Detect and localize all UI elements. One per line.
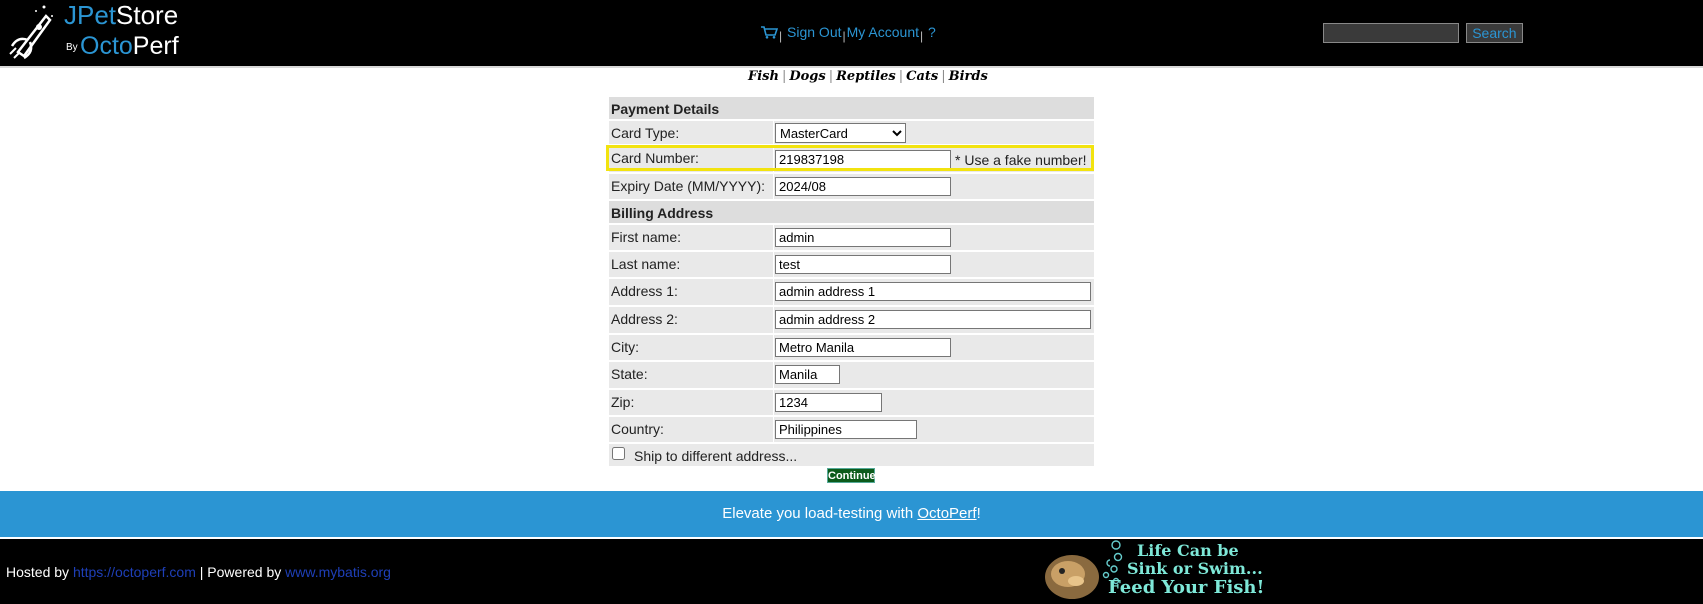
billing-address-title: Billing Address — [611, 205, 714, 221]
address1-field[interactable] — [775, 282, 1091, 301]
quicklink-birds[interactable]: Birds — [949, 69, 988, 84]
continue-button[interactable]: Continue — [827, 468, 876, 483]
quicklink-separator: | — [941, 69, 946, 84]
first-name-label: First name: — [611, 229, 682, 245]
zip-row: Zip: — [609, 390, 1094, 415]
menu-separator: | — [920, 29, 924, 43]
address2-row: Address 2: — [609, 307, 1094, 333]
menu-separator: | — [779, 29, 783, 43]
country-label: Country: — [611, 421, 664, 437]
search-button[interactable]: Search — [1465, 23, 1523, 43]
cell-divider — [773, 121, 774, 144]
powered-by-text: | Powered by — [195, 564, 286, 580]
cell-divider — [773, 225, 774, 250]
cell-divider — [773, 252, 774, 277]
address1-label: Address 1: — [611, 283, 678, 299]
search-form: Search — [1323, 23, 1523, 43]
last-name-row: Last name: — [609, 252, 1094, 277]
address2-label: Address 2: — [611, 311, 678, 327]
first-name-field[interactable] — [775, 228, 951, 247]
logo-by: By — [66, 42, 78, 53]
cell-divider — [773, 362, 774, 388]
address2-field[interactable] — [775, 310, 1091, 329]
expiry-row: Expiry Date (MM/YYYY): — [609, 174, 1094, 199]
zip-label: Zip: — [611, 394, 635, 410]
octoperf-link[interactable]: OctoPerf — [917, 505, 976, 522]
city-row: City: — [609, 335, 1094, 360]
logo-octo: Octo — [80, 32, 133, 60]
mybatis-link[interactable]: www.mybatis.org — [285, 564, 391, 580]
country-row: Country: — [609, 417, 1094, 442]
card-number-highlight — [606, 145, 1094, 171]
last-name-field[interactable] — [775, 255, 951, 274]
fish-icon — [1045, 555, 1110, 599]
fish-banner[interactable]: Life Can be Sink or Swim... Feed Your Fi… — [1040, 539, 1290, 604]
address1-row: Address 1: — [609, 279, 1094, 305]
fish-banner-line2: Sink or Swim... — [1127, 559, 1263, 578]
search-input[interactable] — [1323, 23, 1459, 43]
cell-divider — [773, 335, 774, 360]
cell-divider — [773, 174, 774, 199]
card-type-select[interactable]: MasterCard — [775, 123, 906, 143]
cart-icon[interactable] — [760, 25, 778, 39]
logo-perf: Perf — [132, 32, 179, 60]
banner-text-end: ! — [976, 505, 981, 522]
logo-store: Store — [116, 0, 179, 30]
zip-field[interactable] — [775, 393, 882, 412]
banner-text: Elevate you load-testing with — [722, 505, 918, 522]
payment-details-title: Payment Details — [611, 101, 720, 117]
country-field[interactable] — [775, 420, 917, 439]
help-link[interactable]: ? — [928, 24, 936, 40]
state-label: State: — [611, 366, 648, 382]
expiry-field[interactable] — [775, 177, 951, 196]
octoperf-banner: Elevate you load-testing with OctoPerf! — [0, 491, 1703, 537]
quicklink-dogs[interactable]: Dogs — [789, 69, 825, 84]
footer: Hosted by https://octoperf.com | Powered… — [0, 539, 1703, 604]
category-quicklinks: Fish | Dogs | Reptiles | Cats | Birds — [748, 69, 988, 84]
quicklink-separator: | — [781, 69, 787, 84]
ship-different-label[interactable]: Ship to different address... — [634, 448, 797, 464]
card-type-label: Card Type: — [611, 125, 680, 141]
my-account-link[interactable]: My Account — [847, 24, 919, 40]
cell-divider — [773, 279, 774, 305]
expiry-label: Expiry Date (MM/YYYY): — [611, 178, 766, 194]
fish-banner-line3: Feed Your Fish! — [1108, 577, 1265, 598]
footer-credits: Hosted by https://octoperf.com | Powered… — [6, 564, 391, 580]
payment-details-heading: Payment Details — [609, 97, 1094, 119]
header-menu: | Sign Out|My Account| ? — [760, 24, 936, 44]
first-name-row: First name: — [609, 225, 1094, 250]
billing-address-heading: Billing Address — [609, 201, 1094, 223]
quicklink-fish[interactable]: Fish — [748, 69, 779, 84]
ship-different-row: Ship to different address... — [609, 444, 1094, 466]
jpetstore-logo[interactable]: JPetStore By OctoPerf — [6, 2, 196, 62]
ship-different-checkbox[interactable] — [612, 447, 625, 460]
city-field[interactable] — [775, 338, 951, 357]
rocket-logo-icon — [9, 5, 53, 60]
quicklink-reptiles[interactable]: Reptiles — [836, 69, 896, 84]
cell-divider — [773, 417, 774, 442]
fish-banner-line1: Life Can be — [1137, 541, 1239, 560]
quicklink-separator: | — [898, 69, 904, 84]
cell-divider — [773, 307, 774, 333]
last-name-label: Last name: — [611, 256, 681, 272]
hosted-by-text: Hosted by — [6, 564, 73, 580]
card-type-row: Card Type: MasterCard — [609, 121, 1094, 144]
menu-separator: | — [842, 29, 846, 43]
header: JPetStore By OctoPerf | Sign Out|My Acco… — [0, 0, 1703, 68]
octoperf-url-link[interactable]: https://octoperf.com — [73, 564, 196, 580]
state-row: State: — [609, 362, 1094, 388]
state-field[interactable] — [775, 365, 840, 384]
quicklink-separator: | — [828, 69, 834, 84]
logo-jpet: JPet — [64, 0, 117, 30]
logo-octoperf: OctoPerf — [80, 32, 179, 61]
cell-divider — [773, 390, 774, 415]
city-label: City: — [611, 339, 639, 355]
sign-out-link[interactable]: Sign Out — [787, 24, 841, 40]
quicklink-cats[interactable]: Cats — [906, 69, 938, 84]
logo-text: JPetStore — [64, 2, 178, 28]
